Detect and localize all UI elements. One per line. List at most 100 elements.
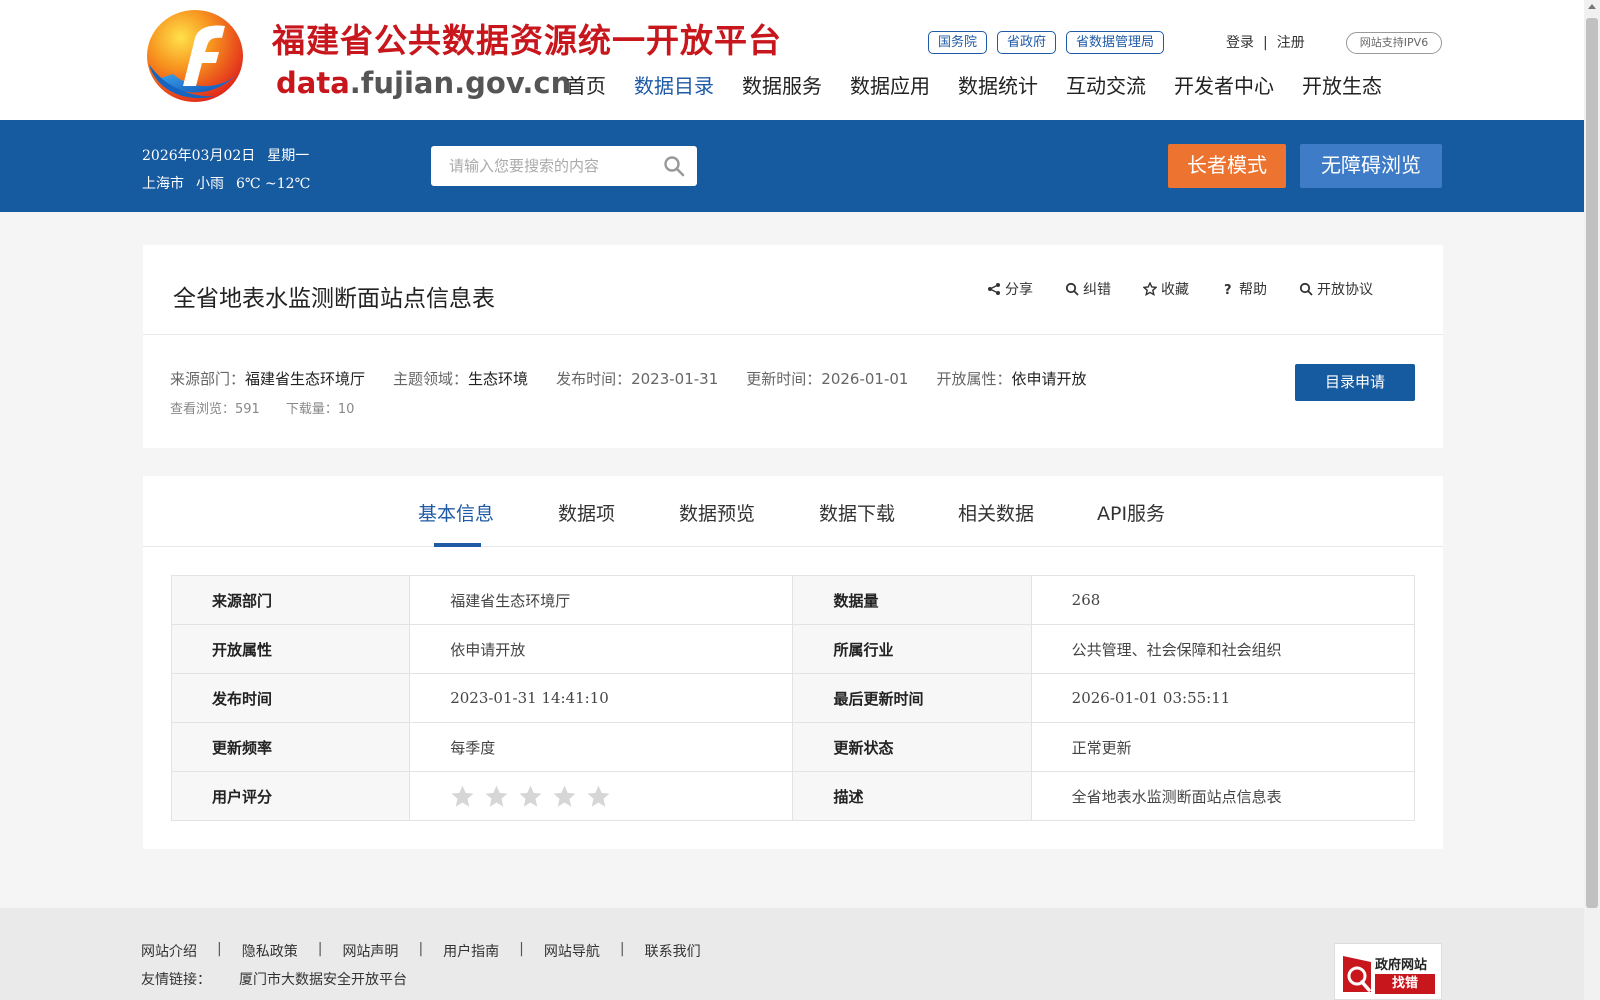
nav-data-stats[interactable]: 数据统计 [958, 70, 1038, 99]
gov-site-error-badge[interactable]: 政府网站 找错 [1334, 943, 1442, 1000]
friend-link-xiamen[interactable]: 厦门市大数据安全开放平台 [239, 972, 407, 988]
footer-separator: | [317, 941, 323, 957]
login-link[interactable]: 登录 [1226, 35, 1254, 51]
report-error-label: 纠错 [1083, 282, 1111, 298]
help-action[interactable]: ? 帮助 [1221, 279, 1267, 299]
auth-separator: | [1263, 35, 1268, 51]
main-nav: 首页 数据目录 数据服务 数据应用 数据统计 互动交流 开发者中心 开放生态 [566, 70, 1382, 99]
tab-data-download[interactable]: 数据下载 [819, 499, 895, 526]
search-icon [1065, 282, 1079, 296]
date-text: 2026年03月02日 [142, 148, 256, 164]
open-license-label: 开放协议 [1317, 282, 1373, 298]
dataset-stats: 查看浏览：591 下载量：10 [170, 398, 354, 417]
footer-link-guide[interactable]: 用户指南 [443, 941, 499, 961]
table-row: 发布时间 2023-01-31 14:41:10 最后更新时间 2026-01-… [170, 673, 1416, 723]
footer-link-contact[interactable]: 联系我们 [645, 941, 701, 961]
accessible-browse-button[interactable]: 无障碍浏览 [1300, 144, 1442, 188]
register-link[interactable]: 注册 [1277, 35, 1305, 51]
dataset-header-card: 全省地表水监测断面站点信息表 分享 纠错 收藏 ? 帮助 开放协议 来源部门：福… [143, 245, 1443, 448]
info-label: 更新状态 [792, 722, 1032, 772]
rating-cell [409, 771, 794, 821]
views-stat: 查看浏览：591 [170, 398, 260, 417]
share-action[interactable]: 分享 [987, 279, 1033, 299]
temperature-text: 6℃ ~12℃ [236, 176, 311, 192]
gov-links: 国务院 省政府 省数据管理局 [928, 31, 1165, 54]
meta-publish: 发布时间：2023-01-31 [556, 368, 718, 389]
meta-source: 来源部门：福建省生态环境厅 [170, 368, 365, 389]
search-input[interactable] [431, 146, 651, 186]
elder-mode-button[interactable]: 长者模式 [1168, 144, 1286, 188]
info-value: 依申请开放 [409, 624, 794, 674]
nav-ecosystem[interactable]: 开放生态 [1302, 70, 1382, 99]
info-label: 来源部门 [170, 575, 411, 625]
nav-developer[interactable]: 开发者中心 [1174, 70, 1274, 99]
gov-link-province[interactable]: 省政府 [997, 31, 1057, 54]
weather-text: 小雨 [196, 176, 224, 192]
site-domain-accent: data [276, 66, 350, 100]
rating-star-icon[interactable] [518, 784, 543, 809]
svg-text:?: ? [1224, 283, 1232, 296]
meta-open-value: 依申请开放 [1011, 370, 1087, 388]
downloads-label: 下载量： [285, 402, 338, 417]
footer-link-statement[interactable]: 网站声明 [342, 941, 398, 961]
search-icon[interactable] [663, 155, 685, 177]
ipv6-badge: 网站支持IPV6 [1346, 32, 1442, 54]
tab-api-service[interactable]: API服务 [1097, 499, 1165, 526]
footer-link-about[interactable]: 网站介绍 [141, 941, 197, 961]
page-scrollbar[interactable] [1584, 0, 1600, 1000]
site-domain: data.fujian.gov.cn [276, 66, 571, 100]
footer-link-sitemap[interactable]: 网站导航 [544, 941, 600, 961]
footer-separator: | [418, 941, 424, 957]
nav-data-services[interactable]: 数据服务 [742, 70, 822, 99]
footer-separator: | [519, 941, 524, 957]
nav-home[interactable]: 首页 [566, 70, 606, 99]
favorite-label: 收藏 [1161, 282, 1189, 298]
rating-star-icon[interactable] [586, 784, 611, 809]
city-text: 上海市 [142, 176, 184, 192]
site-title: 福建省公共数据资源统一开放平台 [272, 21, 782, 60]
footer-link-privacy[interactable]: 隐私政策 [242, 941, 298, 961]
tab-basic-info[interactable]: 基本信息 [418, 499, 494, 526]
meta-domain-value: 生态环境 [468, 370, 529, 388]
date-weather: 2026年03月02日 星期一 上海市 小雨 6℃ ~12℃ [142, 142, 322, 198]
rating-star-icon[interactable] [450, 784, 475, 809]
gov-link-data-bureau[interactable]: 省数据管理局 [1066, 31, 1165, 54]
views-label: 查看浏览： [170, 402, 236, 417]
rating-star-icon[interactable] [484, 784, 509, 809]
footer-links: 网站介绍 | 隐私政策 | 网站声明 | 用户指南 | 网站导航 | 联系我们 [141, 941, 701, 961]
active-tab-indicator [434, 543, 481, 547]
nav-interaction[interactable]: 互动交流 [1066, 70, 1146, 99]
site-header: 福建省公共数据资源统一开放平台 data.fujian.gov.cn 国务院 省… [0, 0, 1584, 120]
meta-update: 更新时间：2026-01-01 [746, 368, 908, 389]
tab-data-preview[interactable]: 数据预览 [679, 499, 755, 526]
table-row: 用户评分 描述 全省地表水监测断面站点信息表 [170, 771, 1416, 821]
tab-related-data[interactable]: 相关数据 [958, 499, 1034, 526]
basic-info-table: 来源部门 福建省生态环境厅 数据量 268 开放属性 依申请开放 所属行业 公共… [170, 575, 1416, 821]
tab-data-items[interactable]: 数据项 [558, 499, 615, 526]
info-label: 数据量 [792, 575, 1032, 625]
rating-star-icon[interactable] [552, 784, 577, 809]
gov-link-state-council[interactable]: 国务院 [928, 31, 988, 54]
views-value: 591 [235, 402, 260, 417]
info-label: 所属行业 [792, 624, 1032, 674]
info-value: 全省地表水监测断面站点信息表 [1030, 771, 1416, 821]
nav-data-catalog[interactable]: 数据目录 [634, 70, 714, 99]
site-logo[interactable] [143, 8, 247, 104]
help-label: 帮助 [1239, 282, 1267, 298]
scroll-thumb[interactable] [1586, 18, 1598, 908]
meta-open: 开放属性：依申请开放 [936, 368, 1086, 389]
meta-publish-label: 发布时间： [556, 370, 632, 388]
report-error-action[interactable]: 纠错 [1065, 279, 1111, 299]
open-license-action[interactable]: 开放协议 [1299, 279, 1373, 299]
detail-tabs: 基本信息 数据项 数据预览 数据下载 相关数据 API服务 [143, 476, 1443, 547]
catalog-apply-button[interactable]: 目录申请 [1295, 364, 1415, 401]
nav-data-apps[interactable]: 数据应用 [850, 70, 930, 99]
scroll-up-arrow[interactable] [1588, 4, 1596, 9]
favorite-action[interactable]: 收藏 [1143, 279, 1189, 299]
footer-separator: | [217, 941, 222, 957]
meta-domain-label: 主题领域： [393, 370, 469, 388]
auth-links: 登录 | 注册 [1226, 32, 1305, 52]
info-value: 每季度 [409, 722, 794, 772]
question-icon: ? [1224, 283, 1232, 296]
page-title: 全省地表水监测断面站点信息表 [173, 286, 495, 312]
